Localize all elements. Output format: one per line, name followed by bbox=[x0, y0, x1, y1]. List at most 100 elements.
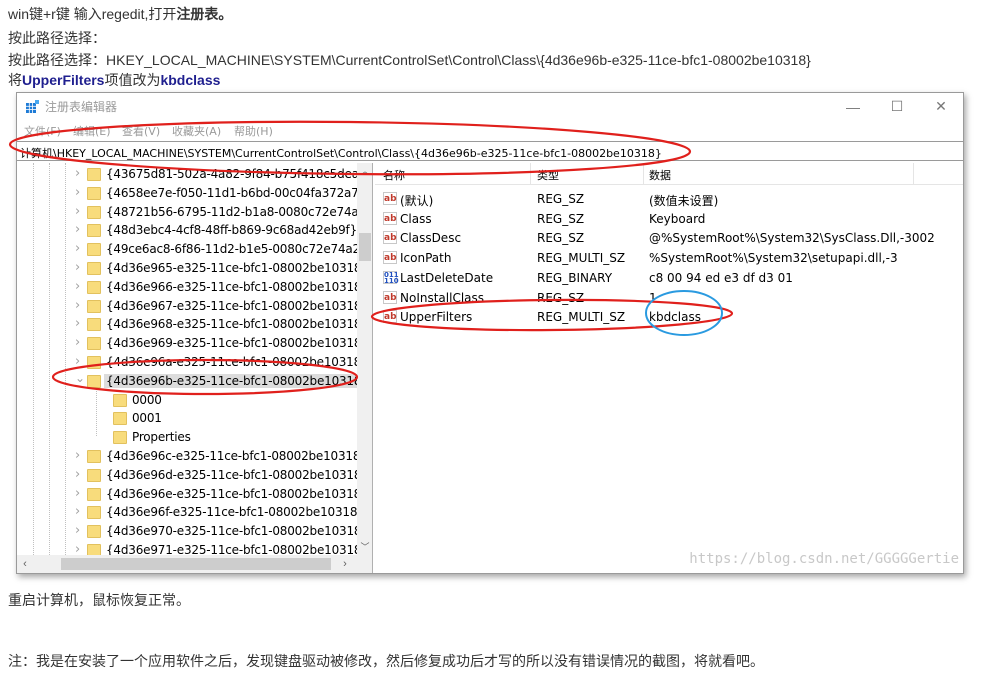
registry-editor-window: 注册表编辑器 — ☐ ✕ 文件(F) 编辑(E) 查看(V) 收藏夹(A) 帮助… bbox=[16, 92, 964, 574]
expand-chevron-icon[interactable]: › bbox=[75, 222, 80, 237]
tree-item[interactable]: › {49ce6ac8-6f86-11d2-b1e5-0080c72e74a2} bbox=[17, 240, 368, 259]
tree-item-label: {43675d81-502a-4a82-9f84-b75f418c5dea} bbox=[106, 167, 367, 181]
scrollbar-thumb[interactable] bbox=[359, 233, 371, 261]
tree-item[interactable]: › {4d36e96c-e325-11ce-bfc1-08002be10318} bbox=[17, 447, 368, 466]
tree-item[interactable]: › {4d36e96a-e325-11ce-bfc1-08002be10318} bbox=[17, 353, 369, 372]
tree-item[interactable]: › {4d36e96d-e325-11ce-bfc1-08002be10318} bbox=[17, 466, 369, 485]
folder-icon bbox=[87, 374, 101, 388]
expand-chevron-icon[interactable]: › bbox=[75, 279, 80, 294]
tree-item[interactable]: › {4d36e966-e325-11ce-bfc1-08002be10318} bbox=[17, 278, 369, 297]
tree-item[interactable]: › {4d36e968-e325-11ce-bfc1-08002be10318} bbox=[17, 315, 369, 334]
column-separator[interactable] bbox=[530, 163, 531, 185]
menu-help[interactable]: 帮助(H) bbox=[234, 123, 273, 139]
string-value-icon: ab bbox=[383, 290, 397, 304]
expand-chevron-icon[interactable]: › bbox=[75, 504, 80, 519]
scroll-right-icon[interactable]: › bbox=[337, 555, 353, 573]
value-type: REG_SZ bbox=[537, 211, 585, 226]
value-row[interactable]: ab IconPath REG_MULTI_SZ %SystemRoot%\Syste… bbox=[375, 248, 963, 268]
column-separator[interactable] bbox=[913, 163, 914, 185]
menu-file[interactable]: 文件(F) bbox=[24, 123, 61, 139]
folder-icon bbox=[87, 468, 101, 482]
value-row[interactable]: ab Class REG_SZ Keyboard bbox=[375, 209, 963, 229]
expand-chevron-icon[interactable]: › bbox=[75, 204, 80, 219]
value-name: (默认) bbox=[400, 194, 434, 208]
menu-favorites[interactable]: 收藏夹(A) bbox=[172, 123, 221, 139]
tree-item[interactable]: ⌄ {4d36e96b-e325-11ce-bfc1-08002be10318} bbox=[17, 371, 371, 391]
folder-icon bbox=[87, 337, 101, 351]
expand-chevron-icon[interactable]: › bbox=[75, 448, 80, 463]
folder-icon bbox=[113, 431, 127, 445]
tree-item-label: {48d3ebc4-4cf8-48ff-b869-9c68ad42eb9f} bbox=[106, 223, 358, 238]
scroll-up-icon[interactable]: ︿ bbox=[357, 163, 372, 179]
tree-horizontal-scrollbar[interactable]: ‹ › bbox=[17, 555, 372, 573]
expand-chevron-icon[interactable]: › bbox=[75, 354, 80, 369]
tree-item[interactable]: › {48d3ebc4-4cf8-48ff-b869-9c68ad42eb9f} bbox=[17, 221, 357, 240]
value-row[interactable]: ab ClassDesc REG_SZ @%SystemRoot%\System32\… bbox=[375, 228, 963, 248]
tree-item[interactable]: 0001 bbox=[17, 409, 357, 428]
tree-item[interactable]: › {4d36e970-e325-11ce-bfc1-08002be10318} bbox=[17, 522, 369, 541]
maximize-button[interactable]: ☐ bbox=[875, 93, 919, 120]
column-header-type[interactable]: 类型 bbox=[537, 167, 559, 183]
expand-chevron-icon[interactable]: › bbox=[75, 298, 80, 313]
tree-item[interactable]: › {4d36e969-e325-11ce-bfc1-08002be10318} bbox=[17, 334, 369, 353]
tree-item[interactable]: Properties bbox=[17, 428, 357, 447]
tree-item-label: {49ce6ac8-6f86-11d2-b1e5-0080c72e74a2} bbox=[106, 242, 368, 257]
tree-item[interactable]: › {4d36e96e-e325-11ce-bfc1-08002be10318} bbox=[17, 485, 369, 504]
tree-item-label: {4658ee7e-f050-11d1-b6bd-00c04fa372a7} bbox=[106, 185, 367, 200]
folder-icon bbox=[87, 356, 101, 369]
expand-chevron-icon[interactable]: › bbox=[75, 166, 80, 181]
column-header-name[interactable]: 名称 bbox=[383, 167, 405, 183]
expand-chevron-icon[interactable]: › bbox=[75, 335, 80, 350]
tree-item[interactable]: › {48721b56-6795-11d2-b1a8-0080c72e74a2} bbox=[17, 203, 372, 222]
value-row[interactable]: ab NoInstallClass REG_SZ 1 bbox=[375, 288, 963, 308]
folder-icon bbox=[87, 186, 101, 200]
value-data: (数值未设置) bbox=[649, 194, 719, 208]
menu-view[interactable]: 查看(V) bbox=[122, 123, 160, 139]
tree-item[interactable]: 0000 bbox=[17, 391, 357, 410]
value-type: REG_MULTI_SZ bbox=[537, 251, 626, 266]
tree-item[interactable]: › {4658ee7e-f050-11d1-b6bd-00c04fa372a7} bbox=[17, 184, 366, 203]
address-bar[interactable]: 计算机\HKEY_LOCAL_MACHINE\SYSTEM\CurrentCon… bbox=[17, 141, 963, 161]
keyword-upperfilters: UpperFilters bbox=[22, 72, 105, 88]
result-text: 重启计算机，鼠标恢复正常。 bbox=[8, 592, 190, 608]
title-bar[interactable]: 注册表编辑器 — ☐ ✕ bbox=[17, 93, 963, 120]
close-button[interactable]: ✕ bbox=[919, 93, 963, 120]
menu-edit[interactable]: 编辑(E) bbox=[73, 123, 111, 139]
scrollbar-thumb[interactable] bbox=[61, 558, 331, 570]
expand-chevron-icon[interactable]: › bbox=[75, 316, 80, 331]
expand-chevron-icon[interactable]: › bbox=[75, 486, 80, 501]
tree-item[interactable]: › {4d36e965-e325-11ce-bfc1-08002be10318} bbox=[17, 259, 369, 278]
value-row[interactable]: ab UpperFilters REG_MULTI_SZ kbdclass bbox=[375, 307, 963, 327]
address-path[interactable]: 计算机\HKEY_LOCAL_MACHINE\SYSTEM\CurrentCon… bbox=[20, 145, 662, 161]
expand-chevron-icon[interactable]: › bbox=[75, 241, 80, 256]
expand-chevron-icon[interactable]: › bbox=[75, 185, 80, 200]
tree-item[interactable]: › {43675d81-502a-4a82-9f84-b75f418c5dea} bbox=[17, 165, 366, 184]
tree-item[interactable]: › {4d36e96f-e325-11ce-bfc1-08002be10318} bbox=[17, 503, 365, 522]
expand-chevron-icon[interactable]: › bbox=[75, 260, 80, 275]
string-value-icon: ab bbox=[383, 251, 397, 265]
tree-item-label: 0001 bbox=[132, 411, 162, 426]
column-separator[interactable] bbox=[643, 163, 644, 185]
instruction-text: 项值改为 bbox=[104, 72, 161, 88]
tree-item-label: {4d36e96b-e325-11ce-bfc1-08002be10318} bbox=[104, 373, 371, 388]
folder-icon bbox=[87, 224, 101, 238]
value-row[interactable]: ab (默认) REG_SZ (数值未设置) bbox=[375, 189, 963, 209]
minimize-button[interactable]: — bbox=[831, 93, 875, 120]
value-data: 1 bbox=[649, 290, 657, 305]
value-list-pane: 名称 类型 数据 ab (默认) REG_SZ (数值未设置) ab Class REG_S… bbox=[375, 163, 963, 573]
tree-vertical-scrollbar[interactable]: ︿ ﹀ bbox=[357, 163, 372, 555]
keyword-kbdclass: kbdclass bbox=[160, 72, 221, 88]
folder-icon bbox=[87, 506, 101, 520]
tree-item-label: {4d36e96c-e325-11ce-bfc1-08002be10318} bbox=[106, 449, 368, 463]
value-type: REG_SZ bbox=[537, 192, 585, 206]
expand-chevron-icon[interactable]: › bbox=[75, 523, 80, 538]
folder-icon bbox=[87, 450, 101, 463]
tree-item[interactable]: › {4d36e967-e325-11ce-bfc1-08002be10318} bbox=[17, 297, 369, 316]
scroll-down-icon[interactable]: ﹀ bbox=[357, 539, 372, 555]
column-header-data[interactable]: 数据 bbox=[649, 167, 671, 183]
collapse-chevron-icon[interactable]: ⌄ bbox=[75, 371, 85, 385]
value-row[interactable]: 011 110 LastDeleteDate REG_BINARY c8 00 94 … bbox=[375, 268, 963, 288]
folder-icon bbox=[113, 393, 127, 407]
expand-chevron-icon[interactable]: › bbox=[75, 467, 80, 482]
scroll-left-icon[interactable]: ‹ bbox=[17, 555, 33, 573]
